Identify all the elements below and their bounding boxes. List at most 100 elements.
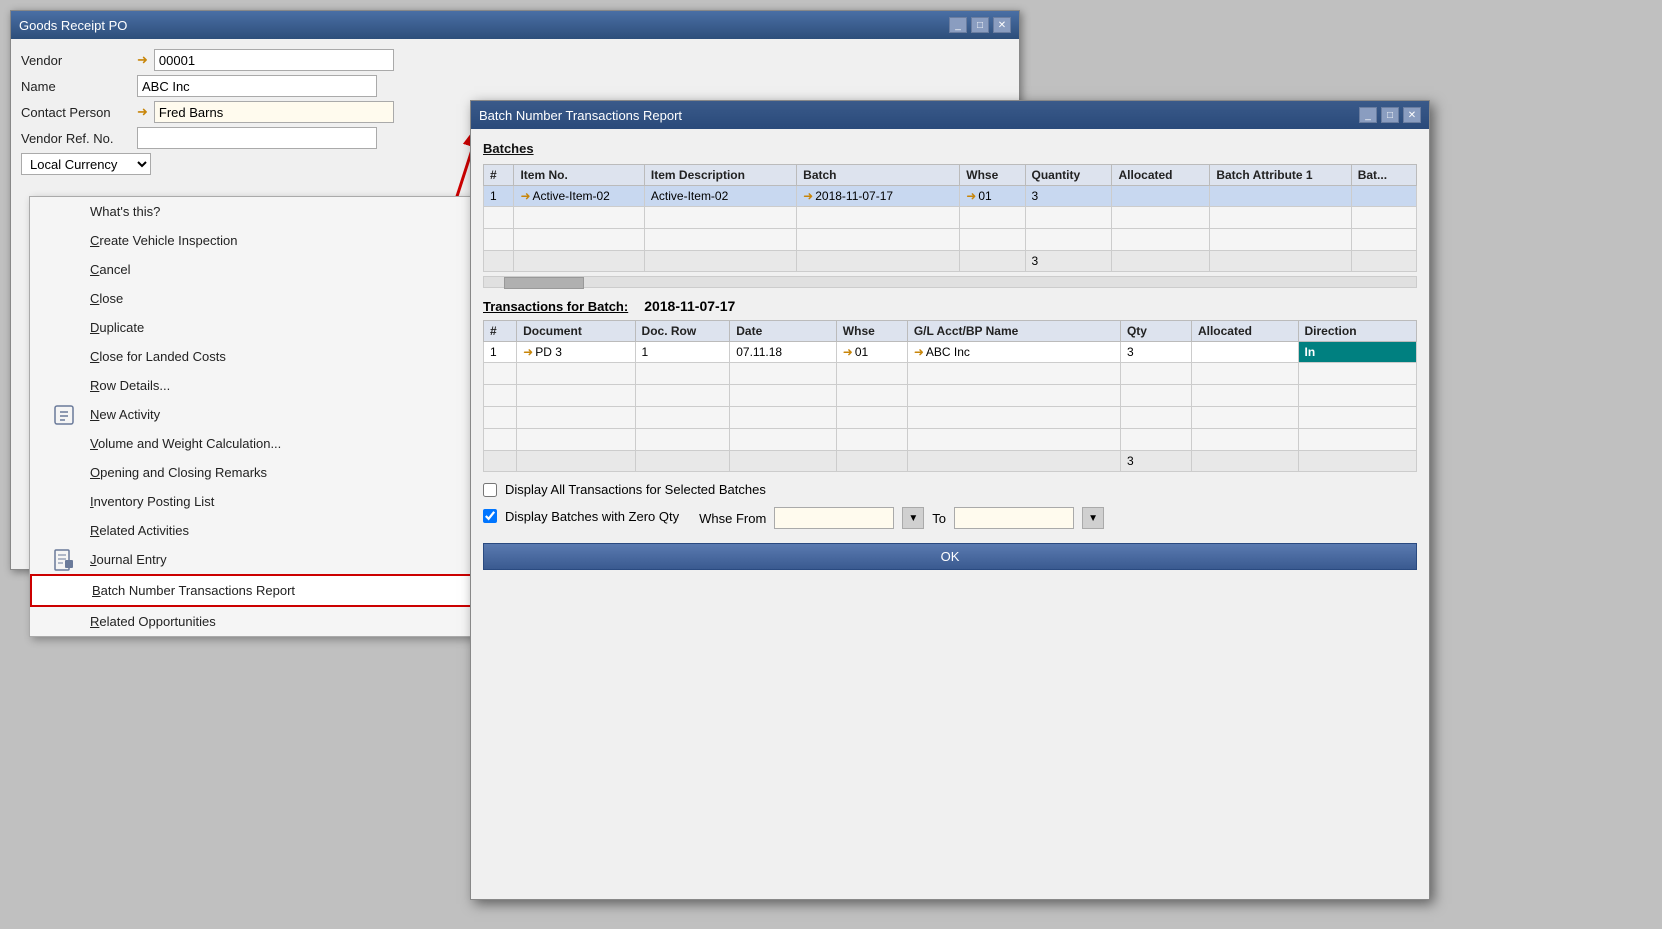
name-input[interactable] [137,75,377,97]
journal-entry-icon [50,546,78,574]
whse-from-dropdown-icon[interactable]: ▼ [902,507,924,529]
txn-empty-row-2 [484,385,1417,407]
txn-row-1[interactable]: 1 ➜PD 3 1 07.11.18 ➜01 ➜ABC Inc 3 [484,342,1417,363]
txn-gl-acct: ➜ABC Inc [907,342,1120,363]
menu-item-journal-entry[interactable]: Journal Entry [30,545,498,574]
batches-scrollbar-thumb[interactable] [504,277,584,289]
txn-doc-row: 1 [635,342,730,363]
close-button[interactable]: ✕ [993,17,1011,33]
batch-arrow-icon: ➜ [803,189,813,203]
menu-item-close-landed[interactable]: Close for Landed Costs [30,342,498,371]
txn-date: 07.11.18 [730,342,837,363]
menu-item-create-vehicle[interactable]: Create Vehicle Inspection [30,226,498,255]
menu-item-close[interactable]: Close [30,284,498,313]
txn-col-date: Date [730,321,837,342]
menu-item-row-details[interactable]: Row Details... [30,371,498,400]
transactions-table-wrapper: # Document Doc. Row Date Whse G/L Acct/B… [483,320,1417,472]
txn-empty-row-4 [484,429,1417,451]
contact-person-label: Contact Person [21,105,131,120]
report-maximize-button[interactable]: □ [1381,107,1399,123]
txn-col-glacct: G/L Acct/BP Name [907,321,1120,342]
menu-item-inventory-posting[interactable]: Inventory Posting List [30,487,498,516]
menu-item-duplicate[interactable]: Duplicate [30,313,498,342]
txn-col-direction: Direction [1298,321,1416,342]
inventory-posting-label: Inventory Posting List [90,494,214,509]
whse-to-label: To [932,511,946,526]
vendor-input[interactable] [154,49,394,71]
journal-entry-label: Journal Entry [90,552,167,567]
related-activities-label: Related Activities [90,523,189,538]
menu-item-related-opportunities[interactable]: Related Opportunities [30,607,498,636]
batches-scrollbar[interactable] [483,276,1417,288]
batches-col-itemno: Item No. [514,165,644,186]
whse-to-dropdown-icon[interactable]: ▼ [1082,507,1104,529]
menu-item-cancel[interactable]: Cancel [30,255,498,284]
report-minimize-button[interactable]: _ [1359,107,1377,123]
menu-item-volume-weight[interactable]: Volume and Weight Calculation... [30,429,498,458]
batches-row-1[interactable]: 1 ➜Active-Item-02 Active-Item-02 ➜2018-1… [484,186,1417,207]
whse-to-input[interactable] [954,507,1074,529]
batches-total-row: 3 [484,251,1417,272]
menu-item-batch-number[interactable]: Batch Number Transactions Report [30,574,498,607]
maximize-button[interactable]: □ [971,17,989,33]
txn-total-row: 3 [484,451,1417,472]
batches-col-batch: Batch [797,165,960,186]
batches-col-alloc: Allocated [1112,165,1210,186]
vendor-arrow-icon [137,52,148,68]
transactions-header: Transactions for Batch: 2018-11-07-17 [483,298,1417,314]
ok-button[interactable]: OK [483,543,1417,570]
batch-qty: 3 [1025,186,1112,207]
batch-allocated [1112,186,1210,207]
batches-empty-row-2 [484,229,1417,251]
txn-doc-arrow-icon: ➜ [523,345,533,359]
new-activity-icon [50,401,78,429]
menu-item-opening-closing[interactable]: Opening and Closing Remarks [30,458,498,487]
local-currency-select[interactable]: Local Currency [21,153,151,175]
batches-col-desc: Item Description [644,165,796,186]
main-titlebar: Goods Receipt PO _ □ ✕ [11,11,1019,39]
minimize-button[interactable]: _ [949,17,967,33]
batches-header-row: # Item No. Item Description Batch Whse Q… [484,165,1417,186]
batches-col-whse: Whse [960,165,1025,186]
batch-item-desc: Active-Item-02 [644,186,796,207]
batches-table: # Item No. Item Description Batch Whse Q… [483,164,1417,272]
volume-weight-label: Volume and Weight Calculation... [90,436,281,451]
row-details-label: Row Details... [90,378,170,393]
txn-total-qty: 3 [1120,451,1191,472]
main-window-title: Goods Receipt PO [19,18,127,33]
whse-from-label: Whse From [699,511,766,526]
report-content: Batches # Item No. Item Description Batc… [471,129,1429,582]
txn-whse-arrow-icon: ➜ [843,345,853,359]
txn-col-allocated: Allocated [1191,321,1298,342]
checkbox-row-2: Display Batches with Zero Qty [483,509,679,524]
transactions-header-row: # Document Doc. Row Date Whse G/L Acct/B… [484,321,1417,342]
display-all-transactions-checkbox[interactable] [483,483,497,497]
batches-empty-row-1 [484,207,1417,229]
batches-col-battr1: Batch Attribute 1 [1210,165,1351,186]
report-close-button[interactable]: ✕ [1403,107,1421,123]
txn-col-docrow: Doc. Row [635,321,730,342]
batch-attr2 [1351,186,1416,207]
txn-empty-row-1 [484,363,1417,385]
vendor-ref-input[interactable] [137,127,377,149]
cancel-label: Cancel [90,262,130,277]
contact-person-input[interactable] [154,101,394,123]
txn-col-num: # [484,321,517,342]
whse-from-input[interactable] [774,507,894,529]
display-all-transactions-label: Display All Transactions for Selected Ba… [505,482,766,497]
batches-total-qty: 3 [1025,251,1112,272]
menu-item-new-activity[interactable]: New Activity [30,400,498,429]
txn-col-whse: Whse [836,321,907,342]
txn-num: 1 [484,342,517,363]
batch-number-label: Batch Number Transactions Report [92,583,295,598]
txn-empty-row-3 [484,407,1417,429]
menu-item-related-activities[interactable]: Related Activities [30,516,498,545]
menu-item-whats-this[interactable]: What's this? [30,197,498,226]
report-title: Batch Number Transactions Report [479,108,682,123]
new-activity-label: New Activity [90,407,160,422]
txn-col-qty: Qty [1120,321,1191,342]
display-batches-zero-qty-checkbox[interactable] [483,509,497,523]
whse-from-row: Whse From ▼ To ▼ [699,507,1104,529]
batch-whse: ➜01 [960,186,1025,207]
name-row: Name [21,75,1009,97]
